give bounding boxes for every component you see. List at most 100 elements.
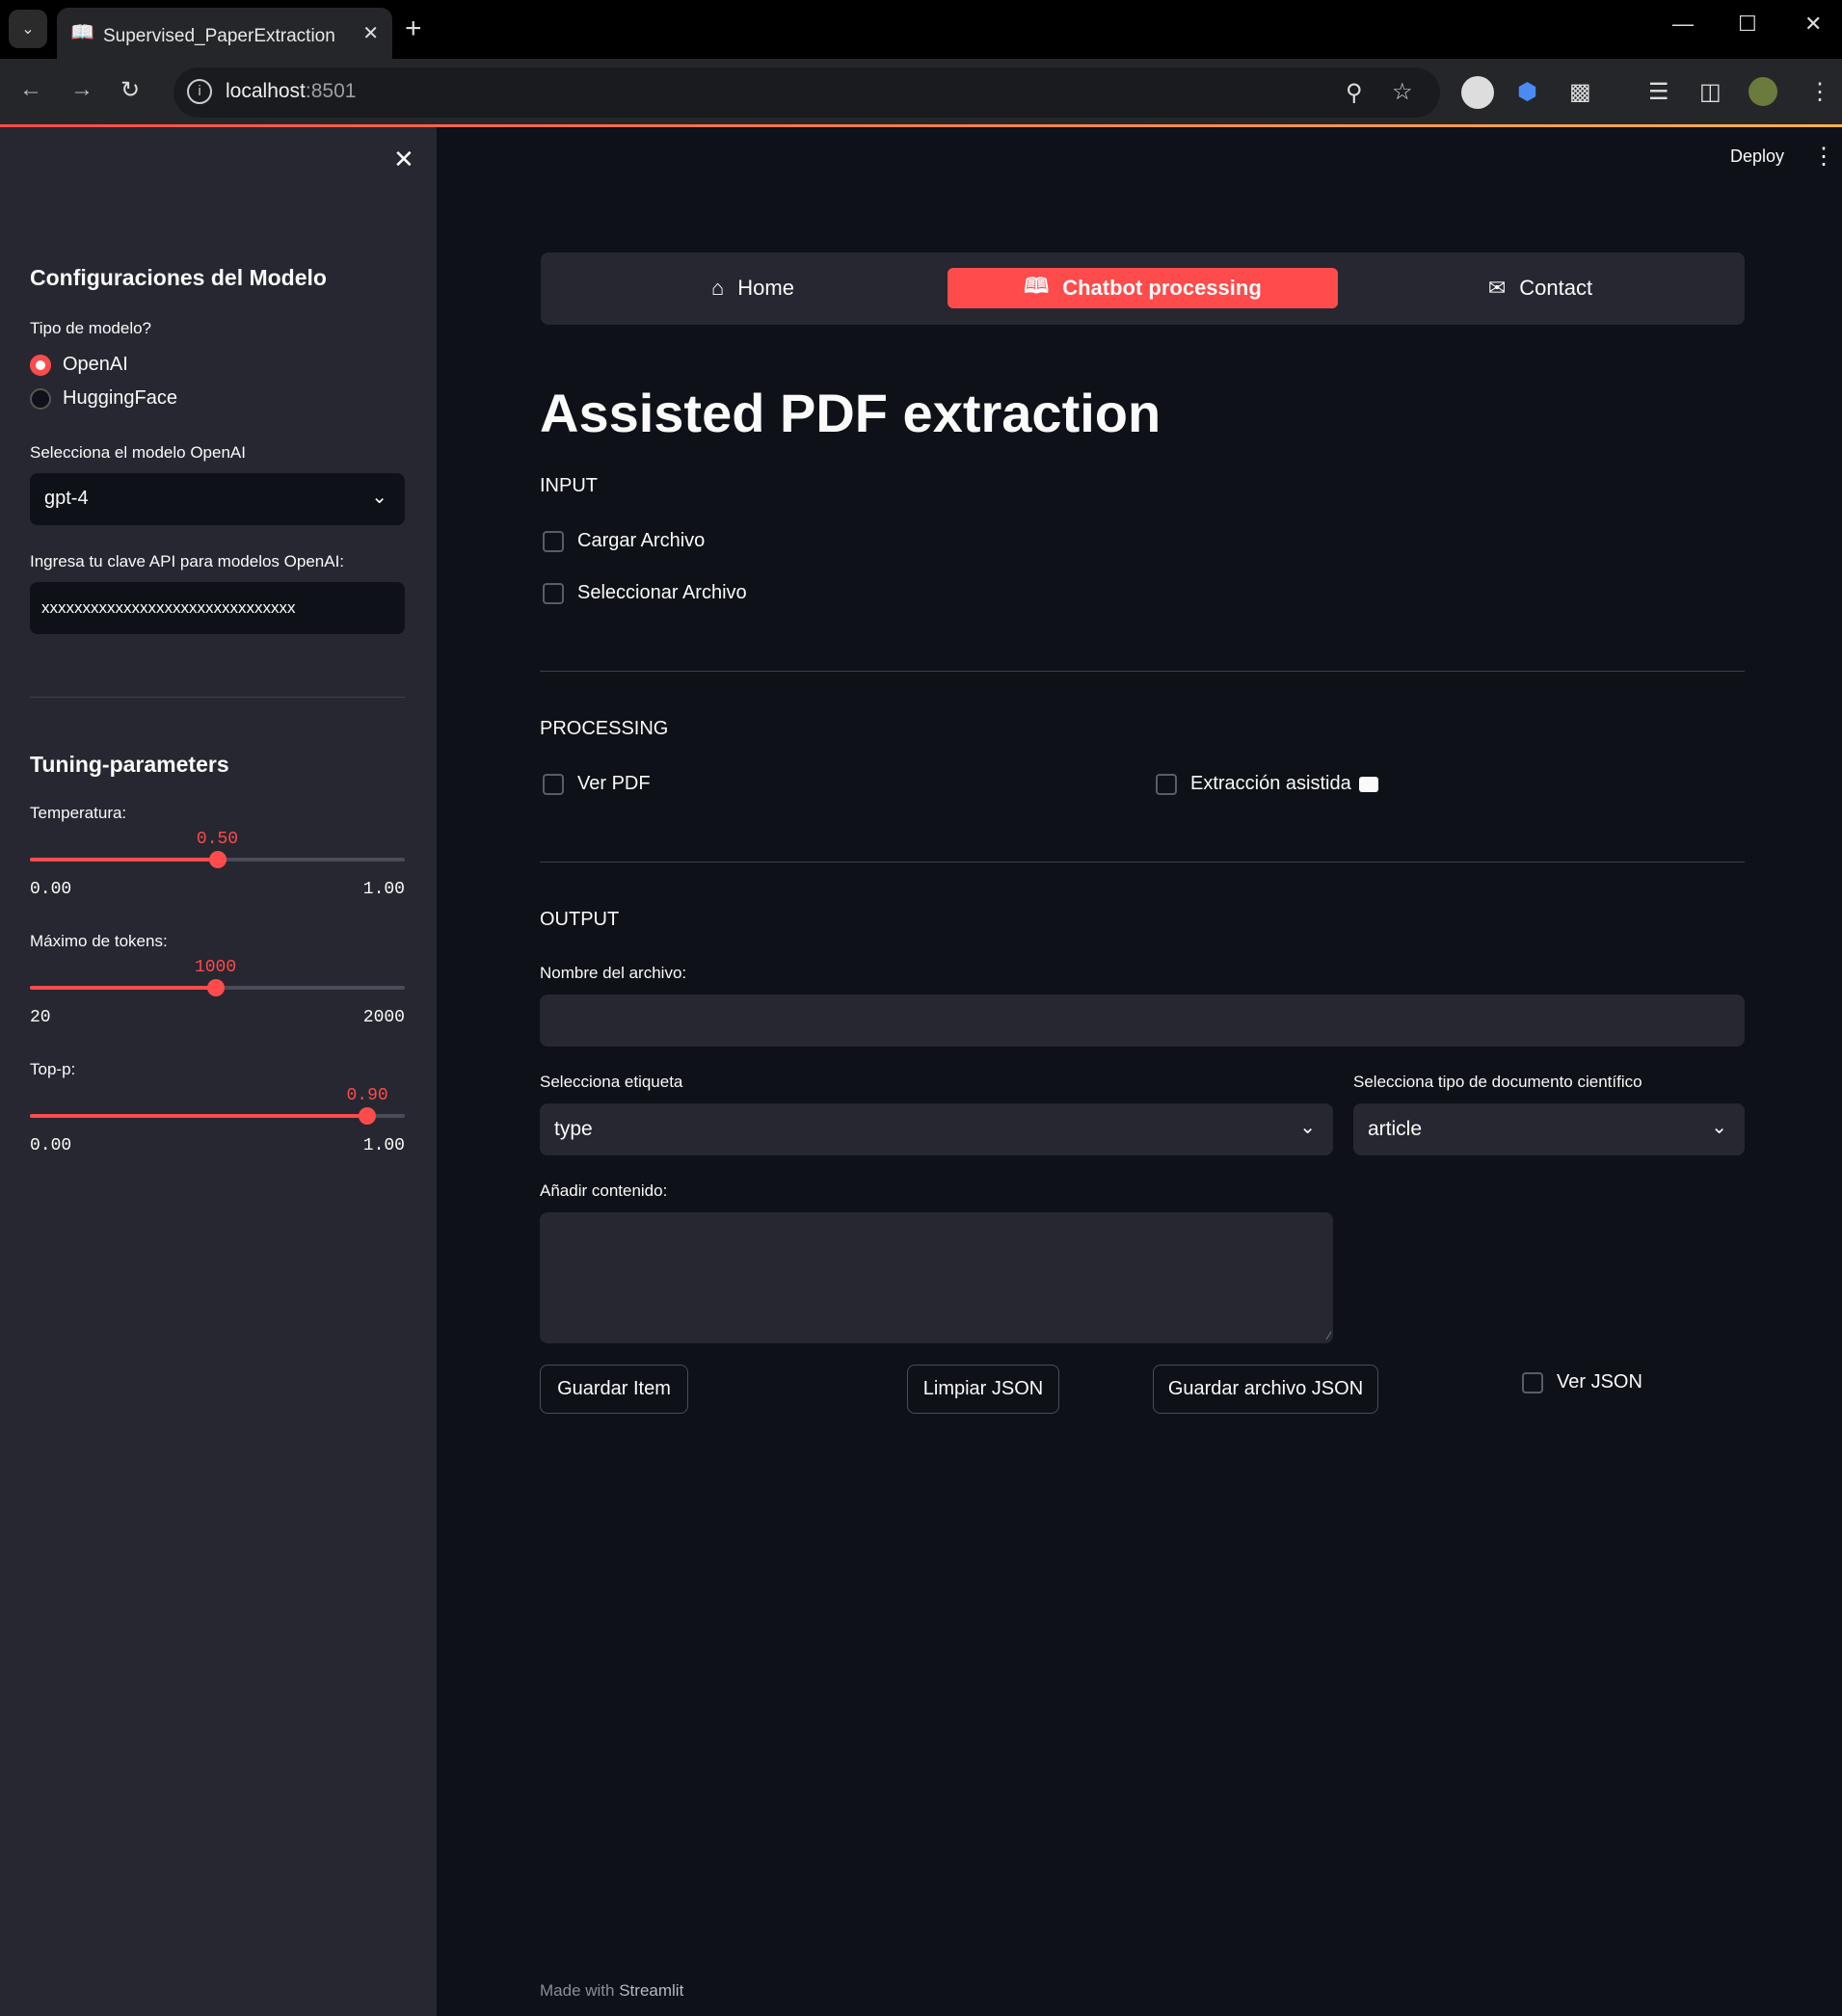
sidebar-title-config: Configuraciones del Modelo [30, 265, 327, 290]
close-sidebar-icon[interactable]: ✕ [393, 145, 414, 174]
cargar-archivo-checkbox[interactable]: Cargar Archivo [543, 530, 705, 552]
site-info-icon[interactable]: i [187, 79, 212, 104]
home-icon: ⌂ [711, 276, 725, 300]
extraccion-asistida-checkbox[interactable]: Extracción asistida [1156, 773, 1378, 795]
etiqueta-label: Selecciona etiqueta [540, 1073, 683, 1091]
speech-bubble-icon [1358, 776, 1378, 792]
zoom-icon[interactable]: ⚲ [1346, 79, 1363, 107]
slider-value: 0.50 [196, 830, 239, 849]
extension-doc-icon[interactable] [1461, 76, 1494, 109]
max-tokens-slider[interactable]: 1000 20 2000 [30, 958, 405, 1035]
section-divider [540, 671, 1745, 672]
browser-menu-icon[interactable]: ⋮ [1808, 78, 1831, 106]
envelope-icon: ✉ [1487, 276, 1507, 300]
page-title: Assisted PDF extraction [540, 383, 1161, 443]
nombre-archivo-input[interactable] [540, 995, 1745, 1047]
slider-max: 2000 [362, 1008, 405, 1027]
checkbox-label: Cargar Archivo [577, 530, 706, 551]
maximize-icon[interactable]: ☐ [1738, 12, 1757, 37]
checkbox-icon[interactable] [1156, 773, 1177, 795]
slider-max: 1.00 [362, 1136, 405, 1155]
nav-contact-label: Contact [1519, 276, 1593, 300]
ver-json-checkbox[interactable]: Ver JSON [1522, 1371, 1642, 1393]
limpiar-json-button[interactable]: Limpiar JSON [907, 1365, 1059, 1414]
book-icon: 🕮 [1024, 274, 1050, 298]
extension-shield-icon[interactable]: ⬢ [1517, 78, 1537, 106]
side-panel-icon[interactable]: ◫ [1699, 78, 1722, 106]
main-menu-icon[interactable]: ⋮ [1812, 143, 1835, 171]
footer: Made with Streamlit [540, 1981, 683, 2001]
radio-unselected-icon[interactable] [30, 387, 51, 410]
radio-openai[interactable]: OpenAI [30, 354, 128, 376]
nav-home[interactable]: ⌂ Home [541, 268, 965, 308]
model-select-value: gpt-4 [44, 488, 89, 509]
slider-min: 0.00 [30, 880, 72, 899]
resize-handle-icon[interactable]: ∕ [1328, 1329, 1330, 1342]
contenido-textarea[interactable]: ∕ [540, 1212, 1333, 1343]
slider-max: 1.00 [362, 880, 405, 899]
book-icon: 📖 [70, 22, 94, 43]
close-tab-icon[interactable]: ✕ [362, 21, 379, 45]
checkbox-icon[interactable] [543, 530, 564, 552]
nav-contact[interactable]: ✉ Contact [1338, 268, 1743, 308]
checkbox-icon[interactable] [543, 582, 564, 604]
select-model-label: Selecciona el modelo OpenAI [30, 443, 246, 462]
checkbox-label: Ver PDF [577, 773, 651, 794]
nav-chatbot-label: Chatbot processing [1062, 276, 1262, 300]
browser-tab-bar: ⌄ 📖 Supervised_PaperExtraction ✕ + — ☐ ✕ [0, 0, 1842, 59]
ver-pdf-checkbox[interactable]: Ver PDF [543, 773, 651, 795]
chevron-down-icon: ⌄ [1711, 1117, 1727, 1138]
top-p-label: Top-p: [30, 1060, 76, 1078]
back-icon[interactable]: ← [19, 76, 42, 103]
chevron-down-icon: ⌄ [21, 21, 35, 38]
profile-avatar[interactable] [1749, 77, 1777, 106]
checkbox-icon[interactable] [1522, 1371, 1543, 1393]
extensions-puzzle-icon[interactable]: ▩ [1569, 78, 1591, 106]
checkbox-icon[interactable] [543, 773, 564, 795]
slider-thumb[interactable] [206, 979, 225, 996]
sidebar: ✕ Configuraciones del Modelo Tipo de mod… [0, 127, 437, 2016]
minimize-icon[interactable]: — [1672, 12, 1694, 37]
slider-thumb[interactable] [359, 1107, 377, 1125]
etiqueta-select[interactable]: type ⌄ [540, 1103, 1333, 1155]
close-window-icon[interactable]: ✕ [1804, 12, 1822, 37]
contenido-label: Añadir contenido: [540, 1181, 668, 1200]
reload-icon[interactable]: ↻ [120, 76, 140, 104]
input-header: INPUT [540, 475, 598, 496]
temperature-label: Temperatura: [30, 804, 127, 822]
temperature-slider[interactable]: 0.50 0.00 1.00 [30, 830, 405, 907]
nav-home-label: Home [737, 276, 794, 300]
media-control-icon[interactable]: ☰ [1648, 78, 1669, 106]
radio-label: OpenAI [63, 354, 128, 375]
tipo-doc-label: Selecciona tipo de documento científico [1353, 1073, 1642, 1091]
guardar-item-button[interactable]: Guardar Item [540, 1365, 688, 1414]
radio-selected-icon[interactable] [30, 354, 51, 376]
browser-toolbar: ← → ↻ i localhost:8501 ⚲ ☆ ⬢ ▩ ☰ ◫ ⋮ [0, 59, 1842, 126]
seleccionar-archivo-checkbox[interactable]: Seleccionar Archivo [543, 582, 747, 604]
new-tab-button[interactable]: + [405, 12, 422, 46]
footer-link[interactable]: Streamlit [619, 1981, 683, 2000]
slider-thumb[interactable] [208, 851, 227, 868]
chevron-down-icon: ⌄ [1299, 1117, 1316, 1138]
bookmark-star-icon[interactable]: ☆ [1392, 78, 1413, 106]
sidebar-divider [30, 697, 405, 698]
address-bar[interactable]: i localhost:8501 ⚲ ☆ [174, 67, 1440, 118]
chevron-down-icon: ⌄ [371, 487, 387, 508]
top-p-slider[interactable]: 0.90 0.00 1.00 [30, 1086, 405, 1163]
tipo-doc-select[interactable]: article ⌄ [1353, 1103, 1745, 1155]
radio-label: HuggingFace [63, 387, 177, 409]
model-select[interactable]: gpt-4 ⌄ [30, 473, 405, 525]
deploy-button[interactable]: Deploy [1730, 146, 1784, 167]
checkbox-label: Extracción asistida [1190, 773, 1351, 794]
model-type-label: Tipo de modelo? [30, 319, 152, 337]
guardar-archivo-json-button[interactable]: Guardar archivo JSON [1153, 1365, 1378, 1414]
tab-search-button[interactable]: ⌄ [9, 10, 47, 48]
browser-tab[interactable]: 📖 Supervised_PaperExtraction ✕ [57, 8, 392, 59]
forward-icon[interactable]: → [70, 76, 93, 103]
nav-chatbot-processing[interactable]: 🕮 Chatbot processing [948, 268, 1338, 308]
select-value: type [554, 1118, 593, 1140]
api-key-input[interactable]: xxxxxxxxxxxxxxxxxxxxxxxxxxxxxxx [30, 582, 405, 634]
sidebar-title-tuning: Tuning-parameters [30, 752, 229, 777]
radio-huggingface[interactable]: HuggingFace [30, 387, 177, 410]
footer-prefix: Made with [540, 1981, 615, 2000]
